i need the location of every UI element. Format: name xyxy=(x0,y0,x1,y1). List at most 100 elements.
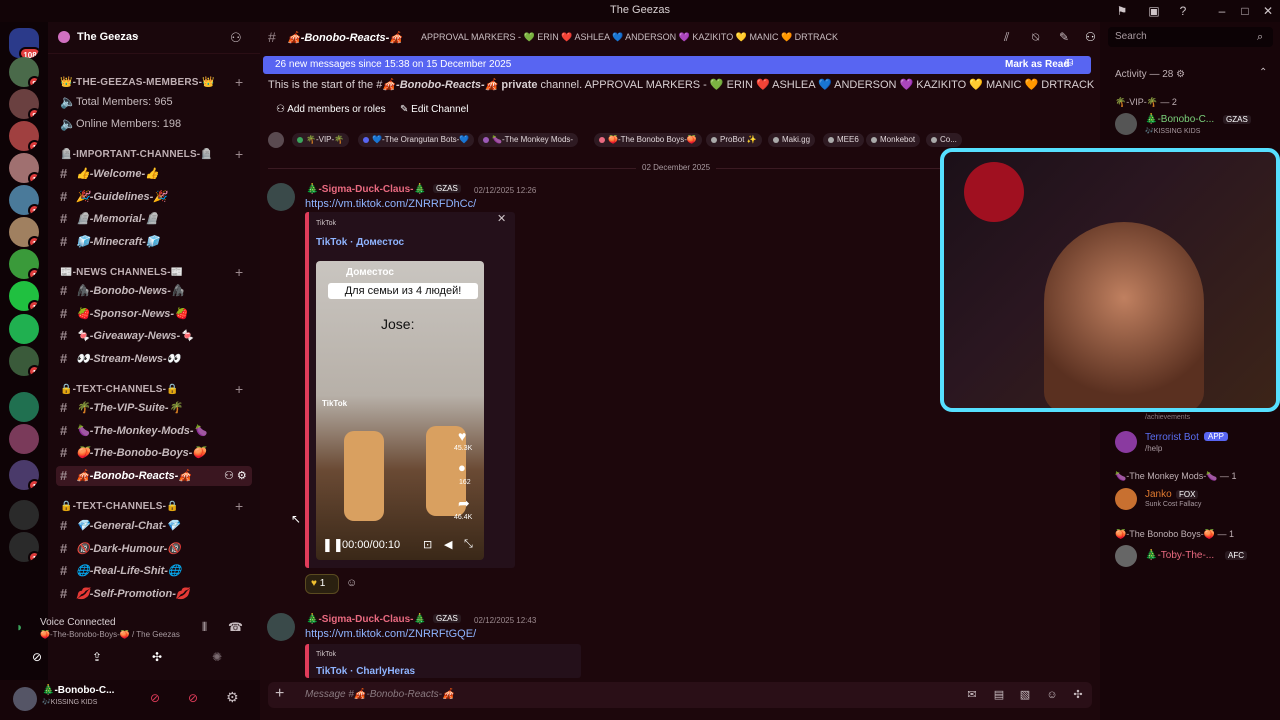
member-name[interactable]: 🎄-Toby-The-... xyxy=(1145,550,1214,561)
share-icon[interactable]: ➦ xyxy=(458,495,470,512)
threads-icon[interactable]: ⫽ xyxy=(1004,30,1009,45)
server-icon[interactable]: 1 xyxy=(9,532,39,562)
activities-icon[interactable]: ✣ xyxy=(152,650,162,664)
help-icon[interactable]: ? xyxy=(1175,3,1191,19)
server-icon[interactable]: 1 xyxy=(9,217,39,247)
channel-item[interactable]: # 🌐-Real-Life-Shit-🌐 xyxy=(56,561,252,581)
role-tag[interactable]: Maki.gg xyxy=(768,133,816,147)
server-icon[interactable] xyxy=(9,314,39,344)
reaction-heart[interactable]: ♥ 1 xyxy=(305,574,339,594)
mark-read-button[interactable]: Mark as Read xyxy=(1005,59,1069,70)
message-link[interactable]: https://vm.tiktok.com/ZNRRFDhCc/ xyxy=(305,198,476,210)
home-button[interactable]: 108 xyxy=(9,28,39,58)
user-avatar[interactable] xyxy=(13,687,37,711)
inbox-icon[interactable]: ⚑ xyxy=(1114,3,1130,19)
edit-channel-button[interactable]: ✎ Edit Channel xyxy=(400,104,468,115)
member-name[interactable]: 🎄-Bonobo-C... xyxy=(1145,114,1214,125)
gift-icon[interactable]: ✉ xyxy=(965,688,979,702)
channel-settings-icon[interactable]: ⚇ ⚙ xyxy=(224,466,247,486)
screen-share-icon[interactable]: ⇪ xyxy=(92,650,102,664)
server-icon[interactable]: 1 xyxy=(9,185,39,215)
deafen-icon[interactable]: ⊘ xyxy=(188,691,198,705)
like-icon[interactable]: ♥ xyxy=(458,428,466,444)
add-channel-icon[interactable]: + xyxy=(235,381,243,397)
embed-title[interactable]: TikTok · CharlyHeras xyxy=(316,666,415,677)
screen-icon[interactable]: ▣ xyxy=(1146,3,1162,19)
member-name[interactable]: Janko xyxy=(1145,489,1172,500)
embed-title[interactable]: TikTok · Доместос xyxy=(316,237,404,248)
member-avatar[interactable] xyxy=(1115,431,1137,453)
user-name[interactable]: 🎄-Bonobo-C... xyxy=(42,685,114,696)
add-friend-icon[interactable]: ⚇ xyxy=(230,30,242,46)
maximize-icon[interactable]: □ xyxy=(1237,3,1253,19)
attach-plus-icon[interactable]: + xyxy=(275,685,284,703)
pause-icon[interactable]: ❚❚ xyxy=(322,537,344,553)
sticker-icon[interactable]: ▧ xyxy=(1018,688,1032,702)
noise-icon[interactable]: ⫴ xyxy=(202,620,207,635)
member-avatar[interactable] xyxy=(1115,545,1137,567)
emoji-icon[interactable]: ☺ xyxy=(1045,688,1059,702)
add-reaction-icon[interactable]: ☺ xyxy=(346,577,357,589)
server-icon[interactable]: 1 xyxy=(9,460,39,490)
chevron-up-icon[interactable]: ⌃ xyxy=(1259,67,1267,78)
role-tag[interactable]: 🌴-VIP-🌴 xyxy=(292,133,350,147)
activity-header[interactable]: Activity — 28 ⚙ xyxy=(1115,69,1185,80)
server-icon[interactable]: 1 xyxy=(9,346,39,376)
add-channel-icon[interactable]: + xyxy=(235,498,243,514)
message-avatar[interactable] xyxy=(267,183,295,211)
role-tag[interactable]: 💙-The Orangutan Bots-💙 xyxy=(358,133,475,147)
role-tag[interactable]: ProBot ✨ xyxy=(706,133,762,147)
add-channel-icon[interactable]: + xyxy=(235,264,243,280)
server-icon[interactable] xyxy=(9,392,39,422)
add-channel-icon[interactable]: + xyxy=(235,146,243,162)
category-members[interactable]: 👑-THE-GEEZAS-MEMBERS-👑 xyxy=(60,77,215,88)
member-avatar[interactable] xyxy=(1115,488,1137,510)
channel-topic[interactable]: APPROVAL MARKERS - 💚 ERIN ❤️ ASHLEA 💙 AN… xyxy=(421,32,838,43)
minimize-icon[interactable]: – xyxy=(1214,3,1230,19)
apps-icon[interactable]: ✣ xyxy=(1071,688,1085,702)
settings-icon[interactable]: ⚙ xyxy=(226,689,239,706)
captions-icon[interactable]: ⊡ xyxy=(423,538,432,551)
close-icon[interactable]: ✕ xyxy=(497,212,506,225)
server-icon[interactable] xyxy=(9,424,39,454)
role-tag[interactable]: 🍑-The Bonobo Boys-🍑 xyxy=(594,133,702,147)
role-tag[interactable]: Monkebot xyxy=(866,133,921,147)
role-tag[interactable]: Co... xyxy=(926,133,962,147)
channel-item[interactable]: # 💋-Self-Promotion-💋 xyxy=(56,584,252,604)
disconnect-icon[interactable]: ☎ xyxy=(228,620,243,634)
soundboard-icon[interactable]: ✺ xyxy=(212,650,222,664)
message-input[interactable]: Message #🎪-Bonobo-Reacts-🎪 xyxy=(305,689,454,700)
channel-item[interactable]: # 👍-Welcome-👍 xyxy=(56,164,252,184)
server-header[interactable]: The Geezas ⌄ ⚇ xyxy=(48,22,260,54)
new-messages-bar[interactable]: 26 new messages since 15:38 on 15 Decemb… xyxy=(263,56,1091,74)
video-player[interactable]: Доместос Для семьи из 4 людей! Jose: Tik… xyxy=(316,261,484,560)
close-window-icon[interactable]: ✕ xyxy=(1260,3,1276,19)
channel-item[interactable]: # 🍓-Sponsor-News-🍓 xyxy=(56,304,252,324)
server-icon[interactable]: 8 xyxy=(9,57,39,87)
channel-online-members[interactable]: 🔈 Online Members: 198 xyxy=(56,114,252,134)
channel-item[interactable]: # 🎉-Guidelines-🎉 xyxy=(56,187,252,207)
member-avatar[interactable] xyxy=(1115,113,1137,135)
server-icon[interactable]: 1 xyxy=(9,249,39,279)
server-icon[interactable]: 1 xyxy=(9,121,39,151)
add-channel-icon[interactable]: + xyxy=(235,74,243,90)
comment-icon[interactable]: ● xyxy=(458,460,466,475)
category-text-2[interactable]: 🔒-TEXT-CHANNELS-🔒 xyxy=(60,501,179,512)
channel-total-members[interactable]: 🔈 Total Members: 965 xyxy=(56,92,252,112)
channel-item[interactable]: # 🪦-Memorial-🪦 xyxy=(56,209,252,229)
channel-item[interactable]: # 🍑-The-Bonobo-Boys-🍑 xyxy=(56,443,252,463)
message-author[interactable]: 🎄-Sigma-Duck-Claus-🎄 xyxy=(306,614,426,625)
category-text-1[interactable]: 🔒-TEXT-CHANNELS-🔒 xyxy=(60,384,179,395)
server-icon[interactable] xyxy=(9,500,39,530)
server-icon[interactable]: 1 xyxy=(9,153,39,183)
member-name[interactable]: Terrorist Bot xyxy=(1145,432,1199,443)
category-important[interactable]: 🪦-IMPORTANT-CHANNELS-🪦 xyxy=(60,149,213,160)
channel-item[interactable]: # 🎪-Bonobo-Reacts-🎪 ⚇ ⚙ xyxy=(56,466,252,486)
voice-channel[interactable]: 🍑-The-Bonobo-Boys-🍑 / The Geezas xyxy=(40,630,180,639)
volume-icon[interactable]: ◀ xyxy=(444,538,452,551)
server-icon[interactable]: 1 xyxy=(9,281,39,311)
role-tag[interactable]: MEE6 xyxy=(823,133,864,147)
channel-item[interactable]: # 🍆-The-Monkey-Mods-🍆 xyxy=(56,421,252,441)
gif-icon[interactable]: ▤ xyxy=(992,688,1006,702)
category-news[interactable]: 📰-NEWS CHANNELS-📰 xyxy=(60,267,183,278)
